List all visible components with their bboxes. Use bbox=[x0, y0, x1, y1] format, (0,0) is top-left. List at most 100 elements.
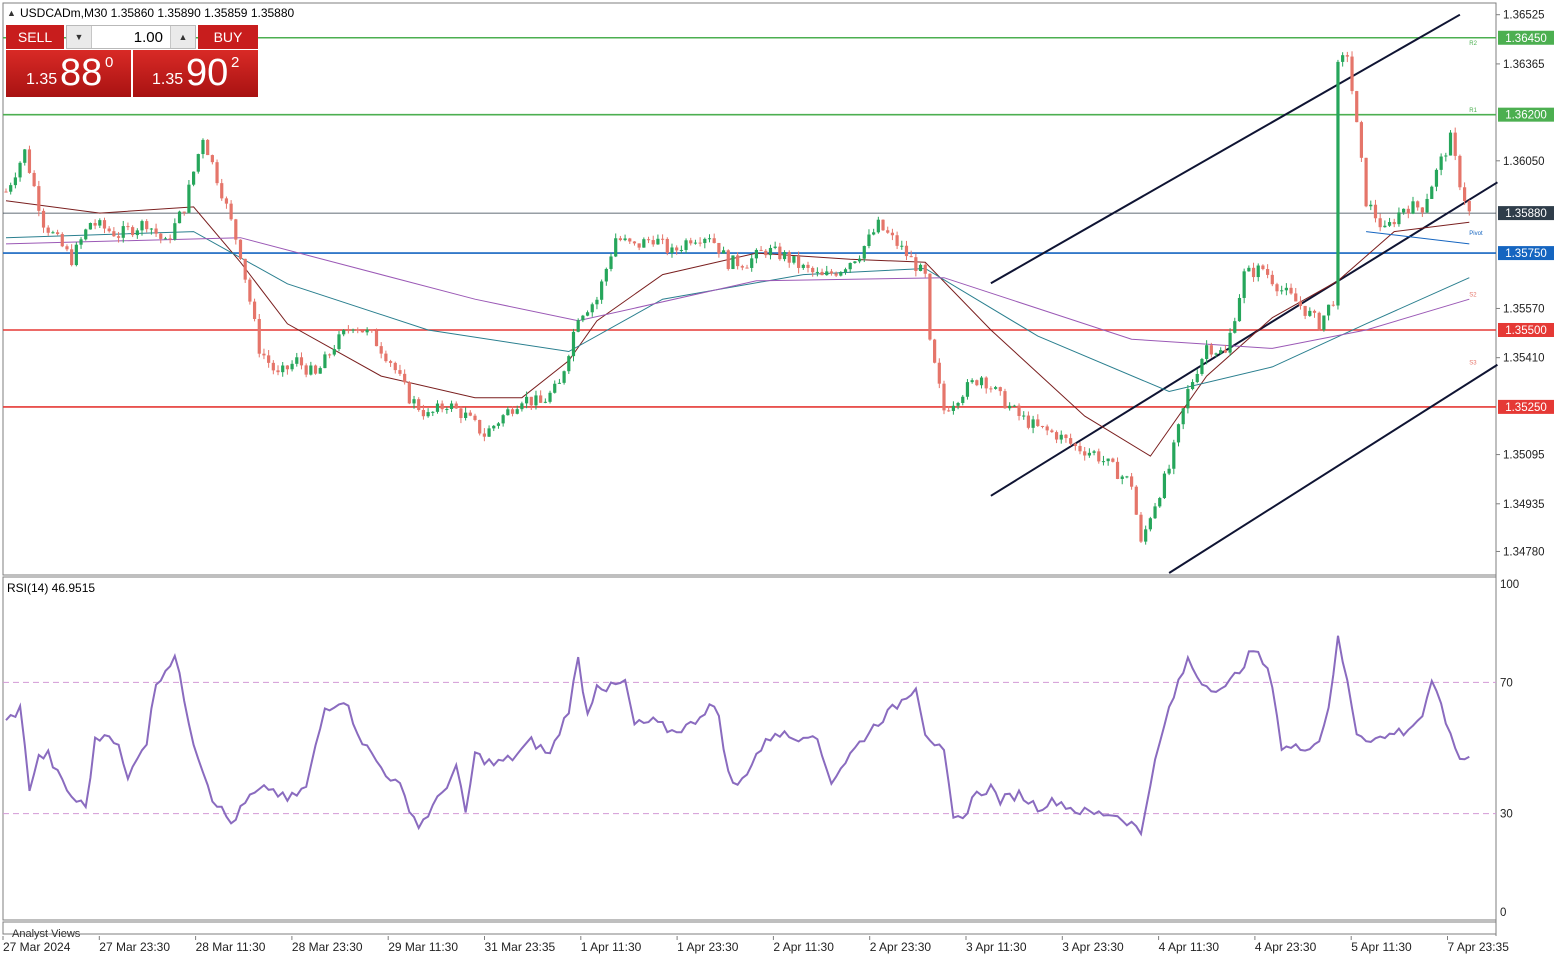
candle-bull bbox=[135, 230, 139, 236]
candle-bull bbox=[1228, 332, 1232, 353]
candle-bull bbox=[1172, 442, 1176, 469]
candle-bull bbox=[51, 232, 55, 234]
candle-bull bbox=[501, 415, 505, 424]
level-price-label: 1.35250 bbox=[1505, 402, 1547, 414]
candle-bear bbox=[829, 271, 834, 274]
candle-bull bbox=[609, 256, 613, 269]
candle-bear bbox=[712, 238, 716, 243]
candle-bull bbox=[1200, 358, 1204, 374]
candle-bull bbox=[1402, 208, 1406, 213]
time-axis-label: 4 Apr 11:30 bbox=[1159, 940, 1220, 954]
candle-bull bbox=[177, 211, 182, 224]
candle-bull bbox=[342, 330, 346, 335]
candle-bull bbox=[731, 255, 735, 269]
candle-bear bbox=[267, 355, 271, 363]
candle-bull bbox=[520, 403, 524, 410]
candle-bull bbox=[9, 185, 13, 192]
candle-bear bbox=[1458, 155, 1462, 188]
candle-bull bbox=[426, 412, 430, 417]
candle-bull bbox=[604, 268, 608, 282]
lot-decrease-icon[interactable]: ▼ bbox=[67, 26, 92, 48]
buy-price-point: 2 bbox=[231, 54, 240, 71]
candle-bull bbox=[449, 403, 454, 410]
candle-bull bbox=[487, 428, 491, 437]
candle-bull bbox=[88, 223, 93, 230]
buy-button[interactable]: BUY bbox=[198, 25, 258, 49]
candle-bull bbox=[492, 425, 496, 429]
candle-bull bbox=[956, 403, 960, 406]
candle-bull bbox=[1186, 389, 1190, 409]
candle-bull bbox=[543, 401, 547, 403]
candle-bear bbox=[1270, 274, 1274, 285]
candle-bear bbox=[271, 362, 275, 371]
candle-bear bbox=[112, 231, 116, 237]
candle-bull bbox=[98, 220, 102, 226]
time-axis-label: 27 Mar 23:30 bbox=[99, 940, 170, 954]
candle-bear bbox=[1050, 430, 1054, 433]
candle-bull bbox=[857, 258, 862, 262]
candle-bear bbox=[159, 233, 163, 239]
price-axis-label: 1.36365 bbox=[1503, 59, 1545, 71]
candle-bull bbox=[121, 226, 125, 238]
candle-bull bbox=[567, 356, 571, 372]
buy-price-prefix: 1.35 bbox=[152, 71, 184, 88]
sell-price-box[interactable]: 1.35 88 0 bbox=[6, 50, 131, 97]
candle-bull bbox=[1008, 405, 1012, 409]
candle-bull bbox=[1341, 55, 1345, 62]
candle-bull bbox=[679, 249, 683, 251]
candle-bear bbox=[806, 264, 810, 268]
lot-size-input[interactable] bbox=[95, 26, 167, 48]
candle-bear bbox=[131, 227, 135, 236]
candle-bull bbox=[1120, 476, 1124, 479]
candle-bear bbox=[398, 370, 402, 374]
candle-bear bbox=[942, 383, 946, 411]
candle-bear bbox=[797, 256, 801, 268]
time-axis-label: 7 Apr 23:35 bbox=[1448, 940, 1510, 954]
time-axis-label: 1 Apr 11:30 bbox=[581, 940, 642, 954]
candle-bear bbox=[1359, 122, 1364, 158]
candle-bull bbox=[590, 304, 594, 313]
candle-bear bbox=[1111, 458, 1115, 462]
symbol-info: USDCADm,M30 1.35860 1.35890 1.35859 1.35… bbox=[20, 6, 295, 20]
time-axis-label: 27 Mar 2024 bbox=[3, 940, 71, 954]
chart-collapse-icon[interactable]: ▲ bbox=[7, 8, 16, 18]
candle-bear bbox=[928, 273, 932, 340]
candle-bear bbox=[820, 271, 824, 276]
candle-bull bbox=[295, 357, 299, 364]
candle-bear bbox=[1453, 132, 1457, 156]
candle-bear bbox=[248, 279, 252, 302]
candle-bull bbox=[1087, 452, 1091, 456]
candle-bear bbox=[886, 230, 890, 233]
sell-button[interactable]: SELL bbox=[6, 25, 64, 49]
candle-bear bbox=[1345, 55, 1349, 57]
pivot-level-tag: S3 bbox=[1469, 361, 1477, 367]
candle-bull bbox=[1195, 373, 1199, 383]
candle-bull bbox=[524, 396, 529, 404]
buy-price-box[interactable]: 1.35 90 2 bbox=[133, 50, 258, 97]
candle-bull bbox=[1411, 201, 1415, 214]
candle-bull bbox=[13, 177, 17, 186]
candle-bull bbox=[1092, 451, 1096, 453]
candle-bull bbox=[140, 221, 144, 231]
candle-bear bbox=[933, 339, 937, 363]
candle-bull bbox=[979, 377, 984, 386]
candle-bull bbox=[961, 396, 965, 404]
candle-bull bbox=[332, 349, 336, 355]
candle-bull bbox=[576, 320, 580, 332]
lot-increase-icon[interactable]: ▲ bbox=[170, 26, 195, 48]
candle-bear bbox=[1350, 56, 1354, 92]
candle-bear bbox=[262, 353, 266, 356]
candle-bull bbox=[431, 411, 435, 413]
channel-line bbox=[990, 13, 1461, 285]
candle-bear bbox=[370, 329, 374, 331]
candle-bear bbox=[1392, 222, 1396, 225]
candle-bear bbox=[726, 250, 730, 269]
analyst-views-label[interactable]: Analyst Views bbox=[12, 928, 81, 940]
candle-bull bbox=[1176, 424, 1181, 443]
channel-line bbox=[1168, 363, 1498, 574]
candle-bull bbox=[18, 162, 22, 178]
rsi-axis-label: 70 bbox=[1500, 677, 1513, 689]
time-axis-label: 31 Mar 23:35 bbox=[485, 940, 556, 954]
candle-bull bbox=[862, 246, 866, 259]
candle-bull bbox=[1369, 204, 1373, 207]
